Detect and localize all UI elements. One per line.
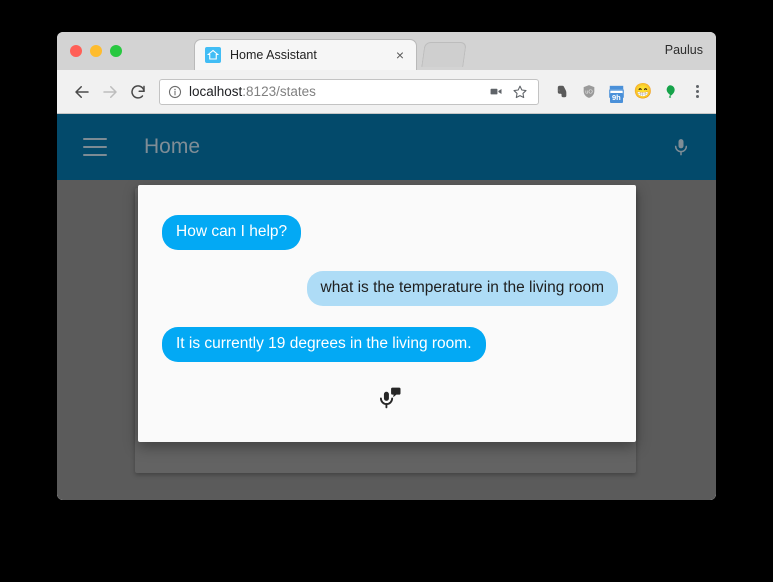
close-icon[interactable]: × [392, 47, 408, 63]
window-minimize-button[interactable] [90, 45, 102, 57]
page-title: Home [144, 135, 201, 158]
url-host: localhost [189, 84, 243, 99]
address-bar[interactable]: localhost:8123/states [159, 78, 539, 105]
url-text[interactable]: localhost:8123/states [189, 84, 484, 99]
back-arrow-icon[interactable] [69, 79, 95, 105]
dimmed-page-body: How can I help? what is the temperature … [57, 180, 716, 500]
info-circle-icon[interactable] [168, 85, 182, 99]
system-message-bubble: It is currently 19 degrees in the living… [162, 327, 486, 363]
window-zoom-button[interactable] [110, 45, 122, 57]
evernote-extension-icon[interactable] [553, 83, 571, 101]
user-message-bubble: what is the temperature in the living ro… [306, 271, 618, 307]
microphone-icon[interactable] [668, 134, 694, 160]
cast-video-icon[interactable] [484, 81, 508, 103]
green-balloon-extension-icon[interactable] [661, 83, 679, 101]
new-tab-button[interactable] [421, 42, 467, 67]
system-message-bubble: How can I help? [162, 215, 302, 251]
window-traffic-lights [70, 45, 122, 57]
reload-icon[interactable] [125, 79, 151, 105]
tab-strip: Home Assistant × Paulus [57, 32, 716, 70]
app-header: Home [57, 114, 716, 180]
url-path: :8123/states [242, 84, 316, 99]
microphone-chat-icon[interactable] [375, 383, 405, 413]
profile-name[interactable]: Paulus [665, 43, 703, 57]
forward-arrow-icon [97, 79, 123, 105]
tab-title: Home Assistant [230, 48, 317, 62]
listen-control-row [162, 383, 618, 413]
extension-icons: uO 9h 😁 [549, 83, 706, 103]
ublock-shield-extension-icon[interactable]: uO [580, 83, 598, 101]
hamburger-menu-icon[interactable] [83, 138, 107, 156]
message-row: It is currently 19 degrees in the living… [162, 327, 618, 363]
window-close-button[interactable] [70, 45, 82, 57]
conversation-dialog: How can I help? what is the temperature … [138, 185, 636, 442]
page-viewport: Home How can I help? what is the tempera… [57, 114, 716, 500]
timer-badge: 9h [610, 92, 623, 103]
emoji-smiley-extension-icon[interactable]: 😁 [633, 83, 653, 101]
home-assistant-house-icon [205, 47, 221, 63]
star-icon[interactable] [508, 81, 532, 103]
smiley-glyph: 😁 [633, 83, 653, 100]
browser-tab-home-assistant[interactable]: Home Assistant × [194, 39, 417, 70]
three-dot-menu-icon[interactable] [688, 83, 706, 101]
browser-window: Home Assistant × Paulus localhost:8123/s… [57, 32, 716, 500]
message-row: what is the temperature in the living ro… [162, 271, 618, 307]
svg-text:uO: uO [585, 90, 593, 96]
timer-9h-extension-icon[interactable]: 9h [607, 83, 625, 103]
message-row: How can I help? [162, 215, 618, 251]
browser-toolbar: localhost:8123/states uO 9h 😁 [57, 70, 716, 114]
